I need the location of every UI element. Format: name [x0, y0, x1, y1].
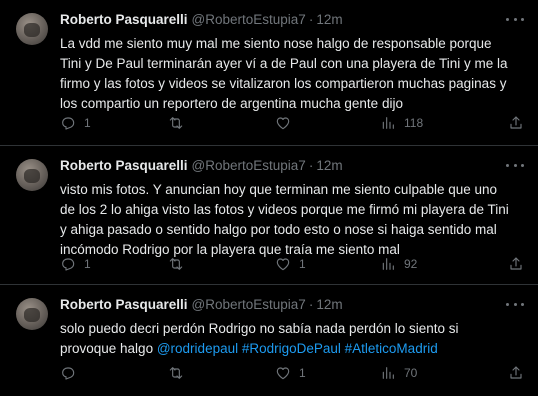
- tweet[interactable]: Roberto Pasquarelli @RobertoEstupia7 · 1…: [0, 285, 538, 396]
- more-icon[interactable]: [506, 158, 524, 172]
- reply-count: 1: [84, 116, 91, 130]
- views-button[interactable]: 92: [380, 256, 417, 272]
- tweet-text-line: y ahiga pasado o sentido halgo por todo …: [60, 222, 497, 237]
- tweet-actions: 1 1 92: [60, 254, 524, 274]
- timestamp[interactable]: 12m: [316, 12, 342, 27]
- reply-button[interactable]: [60, 365, 84, 381]
- like-count: 1: [299, 257, 306, 271]
- share-icon: [510, 257, 522, 270]
- share-button[interactable]: [508, 256, 524, 272]
- views-icon: [382, 367, 394, 379]
- like-count: 1: [299, 366, 306, 380]
- tweet-text: solo puedo decri perdón Rodrigo no sabía…: [60, 319, 528, 359]
- like-button[interactable]: [275, 115, 299, 131]
- tweet-actions: 1 70: [60, 363, 524, 383]
- views-button[interactable]: 118: [380, 115, 423, 131]
- tweet-header: Roberto Pasquarelli @RobertoEstupia7 · 1…: [60, 297, 498, 317]
- tweet-text-line: visto mis fotos. Y anuncian hoy que term…: [60, 182, 498, 197]
- hashtag-links[interactable]: @rodridepaul #RodrigoDePaul #AtleticoMad…: [157, 341, 438, 356]
- tweet-actions: 1 118: [60, 113, 524, 133]
- share-icon: [510, 116, 522, 129]
- author-handle[interactable]: @RobertoEstupia7: [192, 12, 306, 27]
- retweet-button[interactable]: [168, 365, 192, 381]
- retweet-icon: [169, 367, 183, 379]
- author-name[interactable]: Roberto Pasquarelli: [60, 158, 188, 173]
- tweet-text-line: Tini y De Paul terminarán ayer ví a de P…: [60, 56, 508, 71]
- retweet-icon: [169, 258, 183, 270]
- avatar[interactable]: [16, 298, 48, 330]
- retweet-button[interactable]: [168, 115, 192, 131]
- more-icon[interactable]: [506, 297, 524, 311]
- timestamp[interactable]: 12m: [316, 158, 342, 173]
- tweet[interactable]: Roberto Pasquarelli @RobertoEstupia7 · 1…: [0, 146, 538, 285]
- separator: ·: [308, 158, 314, 173]
- reply-icon: [62, 258, 75, 271]
- tweet-text-fragment: provoque halgo: [60, 341, 154, 356]
- more-icon[interactable]: [506, 12, 524, 26]
- avatar[interactable]: [16, 159, 48, 191]
- retweet-button[interactable]: [168, 256, 192, 272]
- tweet-text: La vdd me siento muy mal me siento nose …: [60, 34, 528, 114]
- views-icon: [382, 258, 394, 270]
- reply-icon: [62, 117, 75, 130]
- view-count: 118: [404, 116, 424, 130]
- heart-icon: [276, 367, 290, 380]
- tweet-text: visto mis fotos. Y anuncian hoy que term…: [60, 180, 528, 260]
- view-count: 70: [404, 366, 418, 380]
- timestamp[interactable]: 12m: [316, 297, 342, 312]
- retweet-icon: [169, 117, 183, 129]
- heart-icon: [276, 258, 290, 271]
- view-count: 92: [404, 257, 418, 271]
- author-name[interactable]: Roberto Pasquarelli: [60, 297, 188, 312]
- tweet-header: Roberto Pasquarelli @RobertoEstupia7 · 1…: [60, 158, 498, 178]
- author-name[interactable]: Roberto Pasquarelli: [60, 12, 188, 27]
- tweet-text-line: provoque halgo @rodridepaul #RodrigoDePa…: [60, 339, 528, 359]
- tweet[interactable]: Roberto Pasquarelli @RobertoEstupia7 · 1…: [0, 0, 538, 146]
- share-icon: [510, 366, 522, 379]
- reply-button[interactable]: 1: [60, 115, 91, 131]
- author-handle[interactable]: @RobertoEstupia7: [192, 297, 306, 312]
- tweet-text-line: La vdd me siento muy mal me siento nose …: [60, 36, 492, 51]
- tweet-text-line: los compartio un reportero de argentina …: [60, 96, 403, 111]
- reply-icon: [62, 367, 75, 380]
- views-icon: [382, 117, 394, 129]
- reply-count: 1: [84, 257, 91, 271]
- separator: ·: [308, 12, 314, 27]
- tweet-text-line: firmo y las fotos y videos se vitalizaro…: [60, 76, 507, 91]
- author-handle[interactable]: @RobertoEstupia7: [192, 158, 306, 173]
- avatar[interactable]: [16, 13, 48, 45]
- tweet-feed: Roberto Pasquarelli @RobertoEstupia7 · 1…: [0, 0, 538, 396]
- reply-button[interactable]: 1: [60, 256, 91, 272]
- share-button[interactable]: [508, 115, 524, 131]
- like-button[interactable]: 1: [275, 365, 306, 381]
- tweet-header: Roberto Pasquarelli @RobertoEstupia7 · 1…: [60, 12, 498, 32]
- tweet-text-line: solo puedo decri perdón Rodrigo no sabía…: [60, 321, 459, 336]
- tweet-text-line: de los 2 lo ahiga visto las fotos y vide…: [60, 202, 509, 217]
- like-button[interactable]: 1: [275, 256, 306, 272]
- share-button[interactable]: [508, 365, 524, 381]
- views-button[interactable]: 70: [380, 365, 417, 381]
- separator: ·: [308, 297, 314, 312]
- heart-icon: [276, 117, 290, 130]
